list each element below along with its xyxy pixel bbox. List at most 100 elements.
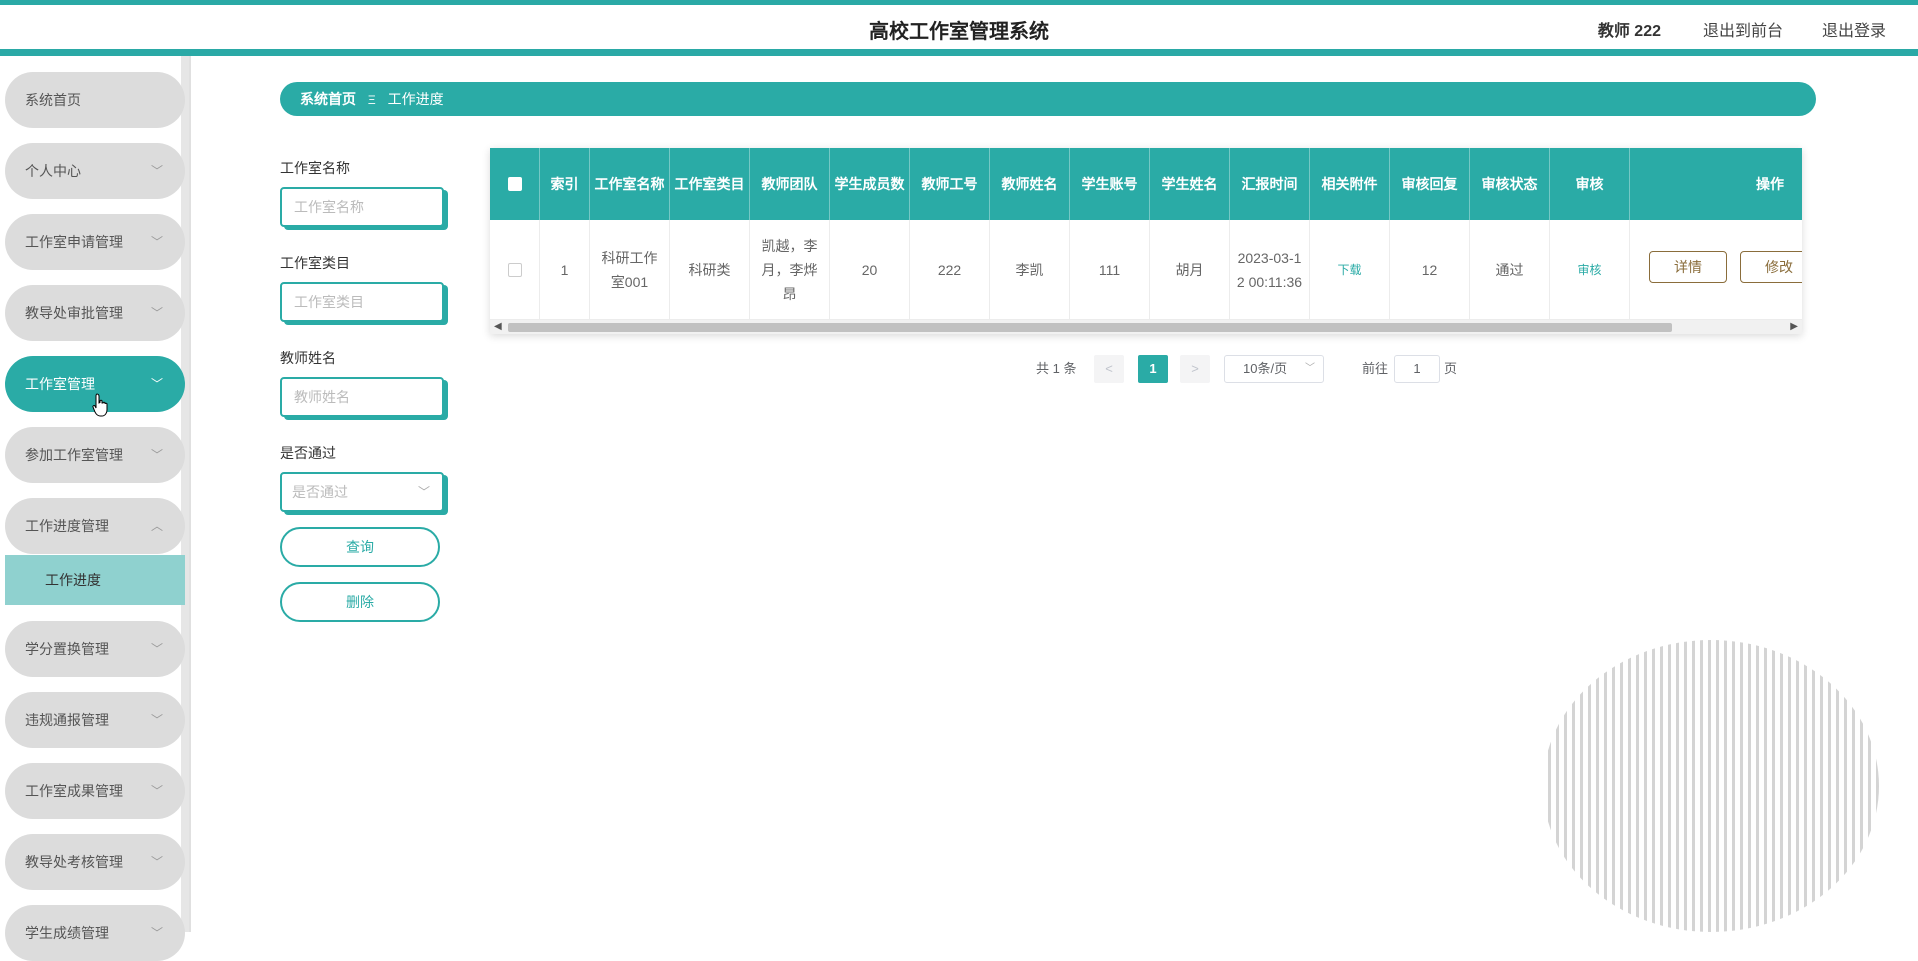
- col-header-actions: 操作: [1756, 176, 1784, 192]
- chevron-down-icon: ﹀: [150, 448, 163, 462]
- current-user: 教师 222: [1597, 23, 1661, 40]
- progress-table: 索引 工作室名称 工作室类目 教师团队 学生成员数 教师工号 教师姓名 学生账号…: [490, 148, 1802, 334]
- sidebar-item-violation[interactable]: 违规通报管理 ﹀: [5, 692, 185, 748]
- review-link[interactable]: 审核: [1577, 258, 1601, 282]
- sidebar-item-studio-application[interactable]: 工作室申请管理 ﹀: [5, 214, 185, 270]
- pass-status-select[interactable]: 是否通过 ﹀: [280, 472, 444, 512]
- sidebar-item-label: 工作室成果管理: [25, 783, 123, 799]
- col-header-student-name: 学生姓名: [1150, 148, 1230, 220]
- delete-button[interactable]: 删除: [280, 582, 440, 622]
- sidebar-item-label: 工作室申请管理: [25, 234, 123, 250]
- detail-button[interactable]: 详情: [1649, 251, 1727, 283]
- sidebar-item-credit-exchange[interactable]: 学分置换管理 ﹀: [5, 621, 185, 677]
- sidebar-item-approval[interactable]: 教导处审批管理 ﹀: [5, 285, 185, 341]
- studio-category-input[interactable]: [292, 293, 432, 311]
- sidebar-item-achievement[interactable]: 工作室成果管理 ﹀: [5, 763, 185, 819]
- chevron-down-icon: ﹀: [417, 485, 430, 499]
- pagination-total: 共 1 条: [1036, 361, 1077, 376]
- sidebar-item-label: 工作进度管理: [25, 518, 109, 534]
- sidebar-subitem-label: 工作进度: [45, 572, 101, 588]
- breadcrumb-home[interactable]: 系统首页: [300, 91, 356, 107]
- page-size-value: 10条/页: [1243, 361, 1288, 376]
- cell-index: 1: [540, 220, 590, 320]
- cell-teacher-id: 222: [910, 220, 990, 320]
- edit-button[interactable]: 修改: [1740, 251, 1802, 283]
- pass-status-label: 是否通过: [280, 445, 336, 461]
- teacher-name-label: 教师姓名: [280, 350, 336, 366]
- cell-members: 20: [830, 220, 910, 320]
- cell-review-reply: 12: [1390, 220, 1470, 320]
- cell-review: 审核: [1550, 220, 1630, 320]
- studio-name-input[interactable]: [292, 198, 432, 216]
- page-1-button[interactable]: 1: [1138, 355, 1168, 383]
- sidebar-item-label: 个人中心: [25, 163, 81, 179]
- download-link[interactable]: 下载: [1337, 258, 1361, 282]
- col-header-review: 审核: [1550, 148, 1630, 220]
- sidebar-item-assessment[interactable]: 教导处考核管理 ﹀: [5, 834, 185, 890]
- sidebar-item-grades[interactable]: 学生成绩管理 ﹀: [5, 905, 185, 961]
- sidebar-item-label: 教导处审批管理: [25, 305, 123, 321]
- chevron-down-icon: ﹀: [150, 926, 163, 940]
- cell-student-name: 胡月: [1150, 220, 1230, 320]
- goto-prefix: 前往: [1362, 361, 1389, 376]
- page-size-select[interactable]: 10条/页 ﹀: [1224, 355, 1324, 383]
- cell-review-status: 通过: [1470, 220, 1550, 320]
- logout-link[interactable]: 退出登录: [1822, 17, 1886, 41]
- sidebar-item-label: 违规通报管理: [25, 712, 109, 728]
- sidebar-item-profile[interactable]: 个人中心 ﹀: [5, 143, 185, 199]
- col-header-attachment: 相关附件: [1310, 148, 1390, 220]
- scroll-right-arrow-icon[interactable]: ▶: [1790, 320, 1798, 334]
- goto-page-input[interactable]: 1: [1394, 355, 1440, 383]
- sidebar-item-label: 教导处考核管理: [25, 854, 123, 870]
- sidebar-item-home[interactable]: 系统首页: [5, 72, 185, 128]
- row-select-cell[interactable]: [490, 220, 540, 320]
- breadcrumb: 系统首页 Ξ 工作进度: [280, 82, 1816, 116]
- col-header-student-account: 学生账号: [1070, 148, 1150, 220]
- cell-team: 凯越，李月，李烨昂: [750, 220, 830, 320]
- table-horizontal-scrollbar[interactable]: ◀ ▶: [490, 320, 1802, 334]
- col-header-team: 教师团队: [750, 148, 830, 220]
- cell-report-time: 2023-03-12 00:11:36: [1230, 220, 1310, 320]
- exit-to-front-link[interactable]: 退出到前台: [1703, 17, 1783, 41]
- teacher-name-field[interactable]: [280, 377, 444, 417]
- chevron-down-icon: ﹀: [150, 377, 163, 391]
- breadcrumb-current: 工作进度: [387, 91, 444, 107]
- chevron-down-icon: ﹀: [150, 642, 163, 656]
- cell-studio-name: 科研工作室001: [590, 220, 670, 320]
- teacher-name-input[interactable]: [292, 388, 432, 406]
- sidebar-item-label: 工作室管理: [25, 376, 95, 392]
- select-all-cell[interactable]: [490, 148, 540, 220]
- col-header-index: 索引: [540, 148, 590, 220]
- sidebar-item-join-studio[interactable]: 参加工作室管理 ﹀: [5, 427, 185, 483]
- sidebar-item-progress-management[interactable]: 工作进度管理 ︿: [5, 498, 185, 554]
- breadcrumb-separator-icon: Ξ: [367, 93, 376, 107]
- sidebar-item-label: 学分置换管理: [25, 641, 109, 657]
- chevron-down-icon: ﹀: [150, 784, 163, 798]
- sidebar-item-label: 系统首页: [25, 92, 81, 108]
- col-header-review-status: 审核状态: [1470, 148, 1550, 220]
- chevron-down-icon: ﹀: [150, 713, 163, 727]
- pass-status-placeholder: 是否通过: [292, 484, 348, 500]
- sidebar-divider: [189, 56, 191, 932]
- chevron-down-icon: ﹀: [150, 235, 163, 249]
- col-header-studio-name: 工作室名称: [590, 148, 670, 220]
- cell-category: 科研类: [670, 220, 750, 320]
- query-button[interactable]: 查询: [280, 527, 440, 567]
- studio-category-field[interactable]: [280, 282, 444, 322]
- chevron-down-icon: ﹀: [150, 164, 163, 178]
- hand-cursor-icon: [92, 393, 108, 417]
- next-page-button[interactable]: >: [1180, 355, 1210, 383]
- prev-page-button[interactable]: <: [1094, 355, 1124, 383]
- chevron-down-icon: ﹀: [150, 855, 163, 869]
- select-all-checkbox[interactable]: [507, 177, 522, 191]
- header-bottom-stripe: [0, 49, 1918, 56]
- chevron-down-icon: ﹀: [150, 306, 163, 320]
- sidebar-subitem-progress[interactable]: 工作进度: [5, 555, 185, 605]
- scrollbar-thumb[interactable]: [508, 323, 1672, 332]
- studio-name-field[interactable]: [280, 187, 444, 227]
- col-header-members: 学生成员数: [830, 148, 910, 220]
- row-checkbox[interactable]: [507, 262, 522, 277]
- scroll-left-arrow-icon[interactable]: ◀: [494, 320, 502, 334]
- col-header-teacher-name: 教师姓名: [990, 148, 1070, 220]
- studio-name-label: 工作室名称: [280, 160, 350, 176]
